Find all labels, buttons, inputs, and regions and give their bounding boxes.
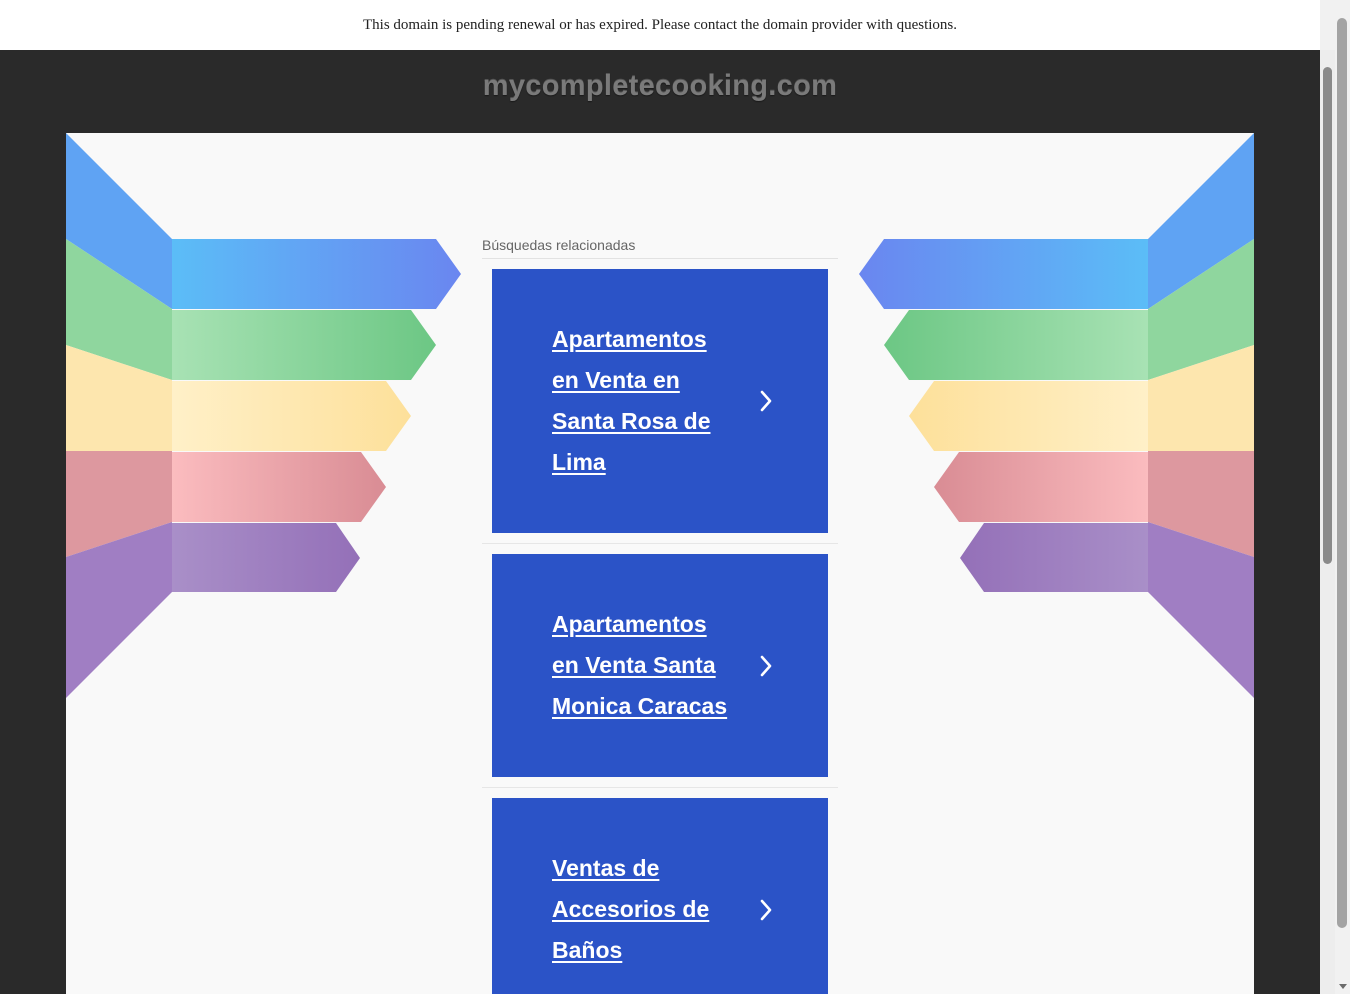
chevron-right-icon bbox=[760, 655, 772, 676]
chevron-right-icon bbox=[760, 390, 772, 412]
content-panel: Búsquedas relacionadas Apartamentos en V… bbox=[66, 133, 1254, 994]
inner-scrollbar-thumb[interactable] bbox=[1323, 67, 1332, 564]
related-searches-heading: Búsquedas relacionadas bbox=[482, 237, 838, 259]
related-search-card-3[interactable]: Ventas de Accesorios de Baños bbox=[492, 798, 828, 994]
list-item: Ventas de Accesorios de Baños bbox=[482, 788, 838, 994]
scrollbar-thumb[interactable] bbox=[1337, 18, 1347, 928]
related-search-card-2[interactable]: Apartamentos en Venta Santa Monica Carac… bbox=[492, 554, 828, 777]
domain-title: mycompletecooking.com bbox=[482, 70, 838, 102]
related-search-link[interactable]: Apartamentos en Venta en Santa Rosa de L… bbox=[552, 319, 737, 483]
list-item: Apartamentos en Venta Santa Monica Carac… bbox=[482, 544, 838, 788]
chevron-right-icon bbox=[760, 899, 772, 920]
related-searches: Búsquedas relacionadas Apartamentos en V… bbox=[482, 237, 838, 994]
expired-domain-notice: This domain is pending renewal or has ex… bbox=[0, 0, 1320, 50]
list-item: Apartamentos en Venta en Santa Rosa de L… bbox=[482, 259, 838, 544]
page-viewport: This domain is pending renewal or has ex… bbox=[0, 0, 1320, 994]
related-search-link[interactable]: Apartamentos en Venta Santa Monica Carac… bbox=[552, 604, 737, 727]
related-search-card-1[interactable]: Apartamentos en Venta en Santa Rosa de L… bbox=[492, 269, 828, 533]
scrollbar[interactable] bbox=[1320, 0, 1350, 994]
scroll-down-arrow-icon[interactable] bbox=[1339, 984, 1347, 989]
related-search-link[interactable]: Ventas de Accesorios de Baños bbox=[552, 848, 737, 971]
